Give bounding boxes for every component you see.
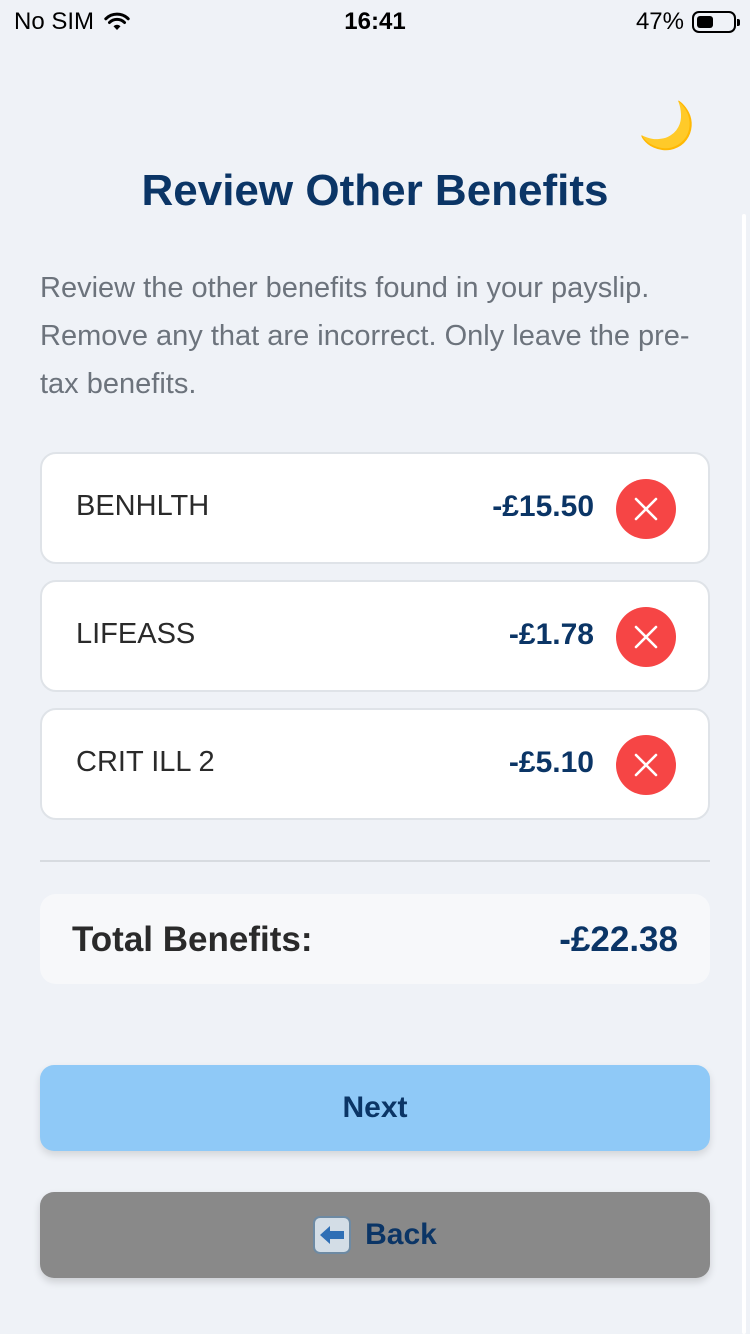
benefit-amount: -£15.50	[492, 490, 594, 523]
remove-benefit-button[interactable]	[616, 479, 676, 539]
remove-benefit-button[interactable]	[616, 607, 676, 667]
moon-icon[interactable]: 🌙	[638, 102, 695, 148]
back-arrow-icon	[313, 1216, 352, 1254]
benefit-name: LIFEASS	[76, 618, 196, 650]
benefit-row: CRIT ILL 2 -£5.10	[40, 708, 710, 820]
close-icon	[634, 753, 658, 777]
total-label: Total Benefits:	[72, 920, 313, 959]
next-button[interactable]: Next	[40, 1065, 710, 1151]
benefit-name: BENHLTH	[76, 490, 210, 522]
page-description: Review the other benefits found in your …	[40, 272, 690, 400]
scroll-track[interactable]	[742, 214, 746, 1334]
next-button-label: Next	[342, 1091, 408, 1124]
remove-benefit-button[interactable]	[616, 735, 676, 795]
divider	[40, 860, 710, 862]
total-value: -£22.38	[559, 920, 678, 959]
benefit-amount: -£5.10	[508, 746, 594, 779]
battery-fill	[697, 16, 713, 28]
screen: No SIM 16:41 47% 🌙 Review Other Benefits…	[0, 0, 750, 1334]
benefit-row: BENHLTH -£15.50	[40, 452, 710, 564]
battery-percent-label: 47%	[635, 8, 684, 35]
close-icon	[634, 625, 658, 649]
status-right: 47%	[635, 8, 740, 36]
total-summary: Total Benefits: -£22.38	[40, 894, 710, 984]
benefit-amount: -£1.78	[508, 618, 594, 651]
benefit-list: BENHLTH -£15.50 LIFEASS -£1.78 CRIT ILL …	[40, 452, 710, 836]
back-button-label: Back	[365, 1218, 437, 1251]
close-icon	[634, 497, 658, 521]
back-button[interactable]: Back	[40, 1192, 710, 1278]
page-title: Review Other Benefits	[141, 166, 609, 215]
benefit-row: LIFEASS -£1.78	[40, 580, 710, 692]
benefit-name: CRIT ILL 2	[76, 746, 215, 778]
status-bar: No SIM 16:41 47%	[0, 0, 750, 40]
battery-icon	[692, 11, 740, 33]
